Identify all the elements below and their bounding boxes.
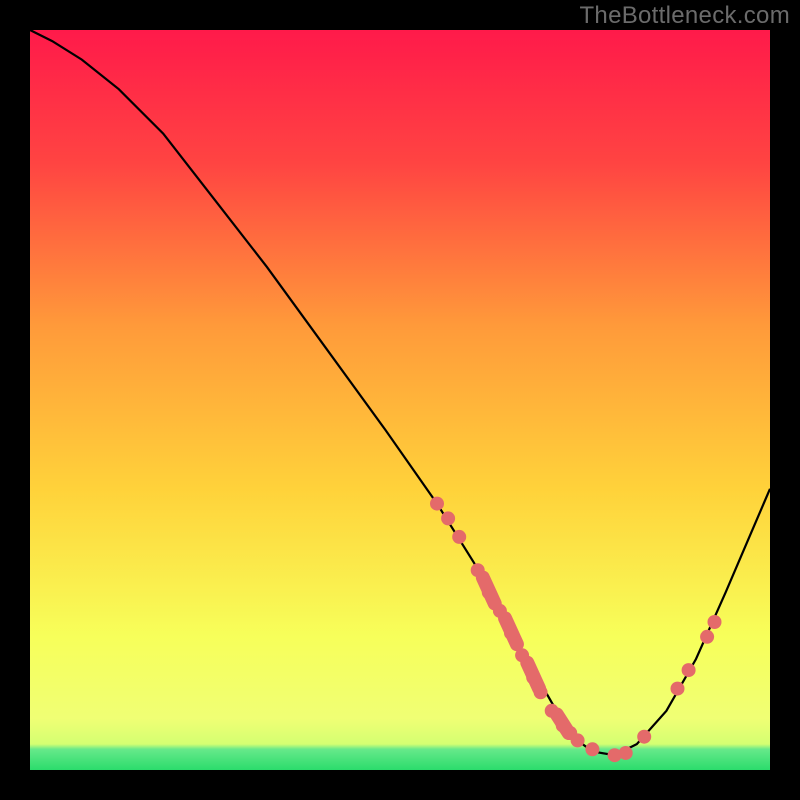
data-dot <box>526 671 540 685</box>
gradient-background <box>30 30 770 770</box>
bottleneck-chart <box>30 30 770 770</box>
data-dot <box>452 530 466 544</box>
data-dot <box>700 630 714 644</box>
data-dot <box>671 682 685 696</box>
watermark-text: TheBottleneck.com <box>579 2 790 30</box>
data-dot <box>471 563 485 577</box>
data-dot <box>708 615 722 629</box>
data-dot <box>682 663 696 677</box>
data-dot <box>545 704 559 718</box>
data-dot <box>430 497 444 511</box>
data-dot <box>637 730 651 744</box>
data-dot <box>619 746 633 760</box>
data-dot <box>441 511 455 525</box>
data-dot <box>482 585 496 599</box>
data-dot <box>504 626 518 640</box>
data-dot <box>534 685 548 699</box>
data-dot <box>493 604 507 618</box>
data-dot <box>571 733 585 747</box>
data-dot <box>585 742 599 756</box>
data-dot <box>515 648 529 662</box>
chart-stage: TheBottleneck.com <box>0 0 800 800</box>
